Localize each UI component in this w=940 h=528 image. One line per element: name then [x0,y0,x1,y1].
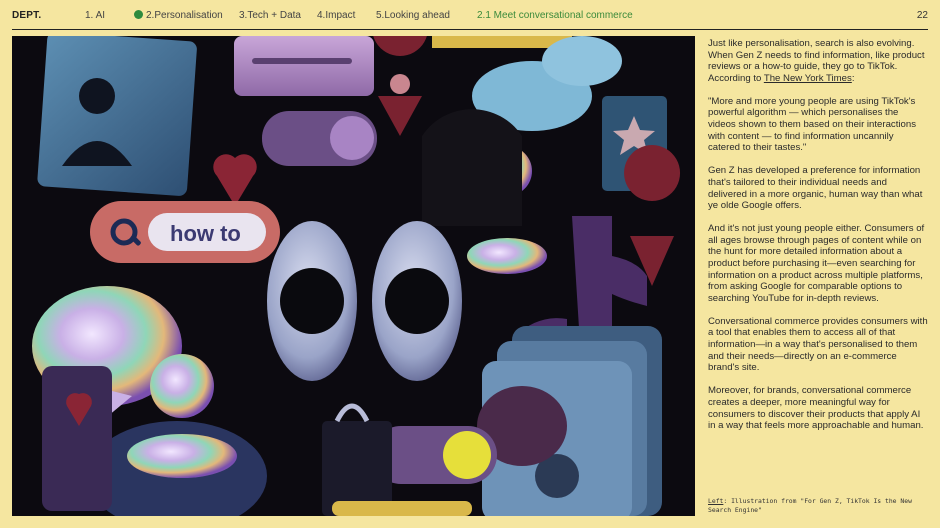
current-section-dot-icon [134,10,143,19]
page-number: 22 [916,10,928,21]
article-quote: "More and more young people are using Ti… [708,95,916,154]
caption-text: : Illustration from "For Gen Z, TikTok I… [708,497,912,514]
article-paragraph-4: And it's not just young people either. C… [708,223,925,304]
nav-item-impact[interactable]: 4.Impact [317,10,355,21]
nav-item-looking-ahead[interactable]: 5.Looking ahead [376,10,450,21]
article-paragraph-6: Moreover, for brands, conversational com… [708,385,924,432]
top-navigation: DEPT. 1. AI 2.Personalisation 3.Tech + D… [0,0,940,30]
nav-item-personalisation-label: 2.Personalisation [146,10,223,21]
article-body: Just like personalisation, search is als… [708,38,928,443]
article-paragraph-3: Gen Z has developed a preference for inf… [708,165,923,212]
social-media-illustration: how to [12,36,695,516]
nav-item-current-subsection[interactable]: 2.1 Meet conversational commerce [477,10,633,21]
nav-item-ai[interactable]: 1. AI [85,10,105,21]
article-paragraph-1-end: : [851,72,855,84]
illustration-panel: how to [12,36,695,516]
header-divider [12,29,928,30]
illustration-caption: Left: Illustration from "For Gen Z, TikT… [708,497,928,515]
nav-item-tech-data[interactable]: 3.Tech + Data [239,10,301,21]
article-paragraph-1: Just like personalisation, search is als… [708,38,928,84]
new-york-times-link[interactable]: The New York Times [764,73,852,84]
dept-logo[interactable]: DEPT. [12,10,41,21]
nav-item-personalisation[interactable]: 2.Personalisation [134,10,223,21]
search-bar-text: how to [170,221,241,246]
caption-lead: Left [708,497,724,505]
article-paragraph-5: Conversational commerce provides consume… [708,315,928,374]
